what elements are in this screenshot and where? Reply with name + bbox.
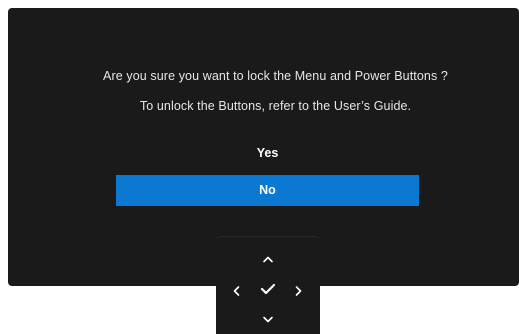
confirm-message: Are you sure you want to lock the Menu a… [103, 69, 448, 83]
chevron-right-icon[interactable] [288, 280, 310, 302]
unlock-hint: To unlock the Buttons, refer to the User… [139, 99, 412, 113]
chevron-left-icon[interactable] [225, 280, 247, 302]
no-option[interactable]: No [116, 175, 419, 206]
yes-option[interactable]: Yes [116, 138, 419, 169]
chevron-down-icon[interactable] [257, 309, 279, 331]
check-icon[interactable] [257, 278, 279, 300]
chevron-up-icon[interactable] [257, 248, 279, 270]
joystick-nav-pad [216, 236, 320, 334]
